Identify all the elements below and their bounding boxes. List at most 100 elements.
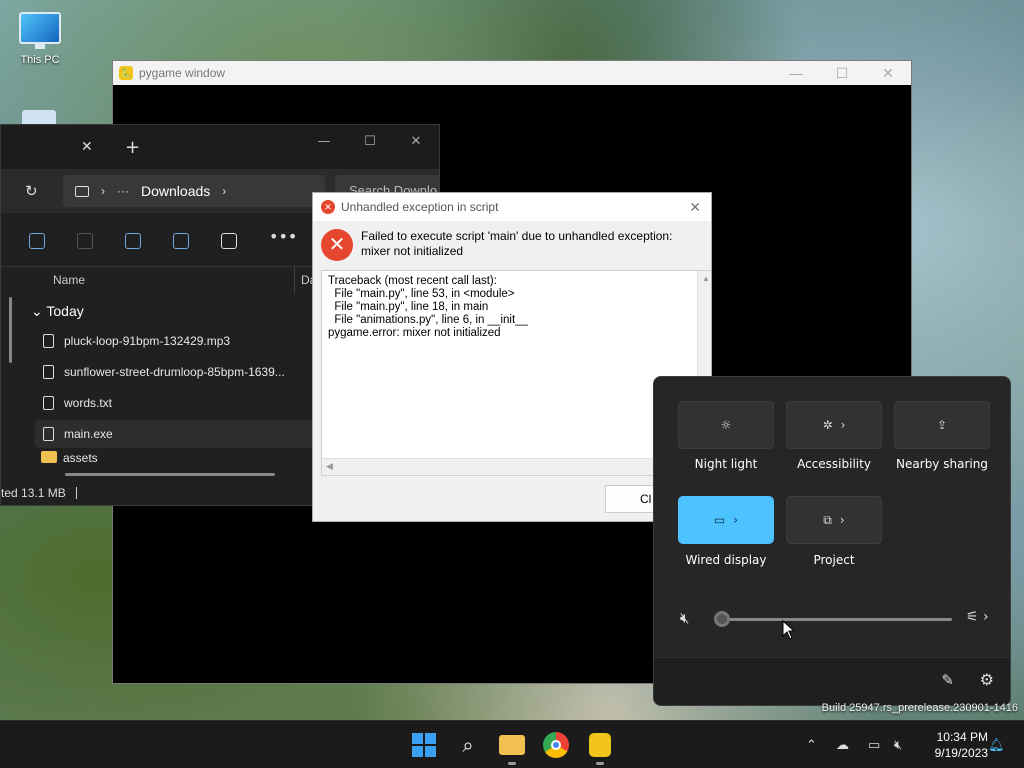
error-icon: ✕ xyxy=(321,200,335,214)
explorer-tab-strip: ✕ + — ☐ ✕ xyxy=(1,125,439,169)
pygame-window-title: pygame window xyxy=(139,66,226,80)
dialog-title: Unhandled exception in script xyxy=(341,200,499,214)
tile-label: Nearby sharing xyxy=(896,457,988,471)
volume-muted-icon[interactable]: 🔇︎ xyxy=(894,721,902,768)
pygame-titlebar[interactable]: 🐍 pygame window — ☐ ✕ xyxy=(113,61,911,85)
column-header-name[interactable]: Name xyxy=(53,273,85,287)
traceback-text: Traceback (most recent call last): File … xyxy=(328,275,528,339)
paste-icon[interactable] xyxy=(77,233,93,249)
onedrive-icon[interactable]: ☁ xyxy=(836,721,849,768)
desktop-icon-label: This PC xyxy=(20,54,60,66)
project-icon: ⧉ xyxy=(823,512,832,527)
nearby-sharing-toggle[interactable]: ⇪ xyxy=(894,401,990,449)
minimize-button[interactable]: — xyxy=(773,61,819,85)
refresh-icon[interactable]: ↻ xyxy=(25,182,38,200)
quick-settings-panel: ☼ ✲ › ⇪ ▭ › ⧉ › Night light Accessibilit… xyxy=(653,376,1011,706)
copy-icon[interactable] xyxy=(29,233,45,249)
accessibility-toggle[interactable]: ✲ › xyxy=(786,401,882,449)
chevron-right-icon: › xyxy=(840,418,846,432)
breadcrumb-current[interactable]: Downloads xyxy=(141,183,210,199)
minimize-button[interactable]: — xyxy=(301,125,347,157)
group-label: Today xyxy=(46,303,84,319)
status-text: ted 13.1 MB xyxy=(1,486,66,500)
close-button[interactable]: ✕ xyxy=(393,125,439,157)
start-button[interactable] xyxy=(408,729,440,761)
chevron-right-icon[interactable]: › xyxy=(222,184,226,198)
error-icon: ✕ xyxy=(321,229,353,261)
chevron-right-icon: › xyxy=(839,513,845,527)
audio-mixer-icon[interactable]: ⚟ › xyxy=(966,609,989,625)
build-watermark: Build 25947.rs_prerelease.230901-1416 xyxy=(821,702,1018,714)
tile-label: Project xyxy=(813,553,855,567)
dialog-close-icon[interactable]: ✕ xyxy=(689,199,701,216)
file-icon xyxy=(43,365,54,379)
wired-display-toggle[interactable]: ▭ › xyxy=(678,496,774,544)
tile-label: Night light xyxy=(694,457,758,471)
night-light-toggle[interactable]: ☼ xyxy=(678,401,774,449)
recycle-bin-icon[interactable] xyxy=(22,110,56,124)
quick-settings-footer: ✎ ⚙ xyxy=(654,657,1010,705)
tile-label: Accessibility xyxy=(797,457,871,471)
search-button[interactable]: ⌕ xyxy=(452,729,484,761)
volume-muted-icon[interactable]: 🔇︎ xyxy=(680,609,689,627)
network-icon[interactable]: ▭ xyxy=(868,721,880,768)
taskbar-pygame[interactable] xyxy=(584,729,616,765)
running-indicator xyxy=(596,762,604,765)
chevron-up-icon: ⌃ xyxy=(806,737,817,753)
gear-icon[interactable]: ⚙ xyxy=(980,670,994,689)
windows-logo-icon xyxy=(412,733,436,757)
clock[interactable]: 10:34 PM 9/19/2023 xyxy=(920,729,988,761)
share-icon[interactable] xyxy=(173,233,189,249)
show-hidden-icons[interactable]: ⌃ xyxy=(806,721,817,768)
delete-icon[interactable] xyxy=(221,233,237,249)
project-toggle[interactable]: ⧉ › xyxy=(786,496,882,544)
search-icon: ⌕ xyxy=(462,733,474,757)
this-pc-icon xyxy=(75,185,89,197)
taskbar: ⌕ ⌃ ☁ ▭ 🔇︎ 10:34 PM 9/19/2023 🔔︎ xyxy=(0,720,1024,768)
volume-slider-thumb[interactable] xyxy=(714,611,730,627)
running-indicator xyxy=(508,762,516,765)
file-name: sunflower-street-drumloop-85bpm-1639... xyxy=(64,365,285,379)
taskbar-file-explorer[interactable] xyxy=(496,729,528,765)
night-light-icon: ☼ xyxy=(720,418,732,432)
vertical-scrollbar[interactable] xyxy=(9,297,12,363)
horizontal-scrollbar[interactable] xyxy=(65,473,275,476)
accessibility-icon: ✲ xyxy=(822,418,833,432)
tab-close-icon[interactable]: ✕ xyxy=(81,139,93,155)
error-message-text: Failed to execute script 'main' due to u… xyxy=(361,229,673,258)
taskbar-chrome[interactable] xyxy=(540,729,572,761)
chevron-right-icon: › xyxy=(101,184,105,198)
chevron-right-icon: › xyxy=(733,513,739,527)
error-dialog[interactable]: ✕ Unhandled exception in script ✕ ✕ Fail… xyxy=(312,192,712,522)
folder-icon xyxy=(499,735,525,755)
rename-icon[interactable] xyxy=(125,233,141,249)
status-divider xyxy=(75,487,77,499)
pygame-icon: 🐍 xyxy=(119,66,133,80)
clock-time: 10:34 PM xyxy=(936,730,988,744)
breadcrumb-more[interactable]: ··· xyxy=(117,184,129,198)
dialog-message: ✕ Failed to execute script 'main' due to… xyxy=(321,229,705,261)
dialog-titlebar[interactable]: ✕ Unhandled exception in script ✕ xyxy=(313,193,711,221)
maximize-button[interactable]: ☐ xyxy=(347,125,393,157)
file-icon xyxy=(43,396,54,410)
chevron-down-icon: ⌄ xyxy=(31,303,43,319)
folder-icon xyxy=(41,451,57,463)
file-name: pluck-loop-91bpm-132429.mp3 xyxy=(64,334,231,348)
notification-bell-icon[interactable]: 🔔︎ xyxy=(988,721,1005,768)
file-icon xyxy=(43,427,54,441)
group-header-today[interactable]: ⌄ Today xyxy=(31,303,84,320)
close-button[interactable]: ✕ xyxy=(865,61,911,85)
pygame-icon xyxy=(589,733,611,757)
more-options-icon[interactable]: ••• xyxy=(269,227,297,246)
new-tab-icon[interactable]: + xyxy=(125,137,140,158)
desktop-icon-this-pc[interactable]: This PC xyxy=(12,12,68,66)
volume-slider-track[interactable] xyxy=(722,618,952,621)
edit-pencil-icon[interactable]: ✎ xyxy=(941,671,954,689)
this-pc-icon xyxy=(19,12,61,49)
share-icon: ⇪ xyxy=(936,418,948,432)
tile-label: Wired display xyxy=(685,553,767,567)
volume-row: 🔇︎ ⚟ › xyxy=(654,607,1010,631)
maximize-button[interactable]: ☐ xyxy=(819,61,865,85)
folder-name: assets xyxy=(63,451,98,465)
breadcrumb[interactable]: › ··· Downloads › xyxy=(63,175,325,207)
